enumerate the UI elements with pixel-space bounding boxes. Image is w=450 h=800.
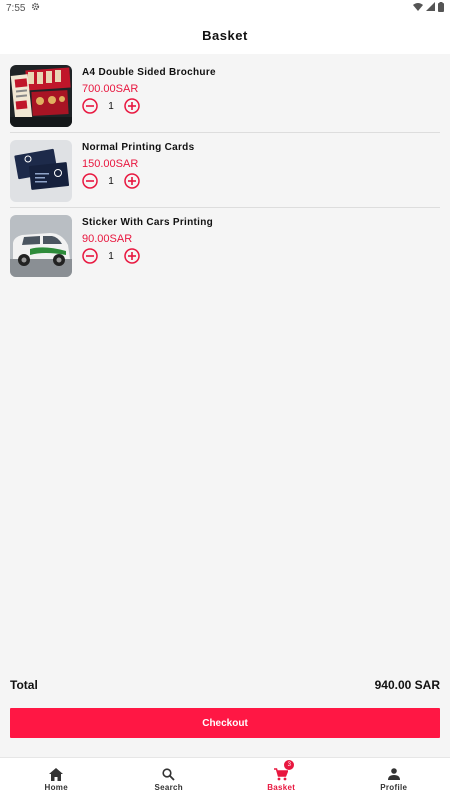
nav-home[interactable]: Home (0, 758, 113, 800)
person-icon (387, 766, 400, 782)
nav-search-label: Search (154, 783, 183, 792)
settings-gear-icon (31, 2, 40, 14)
nav-profile[interactable]: Profile (338, 758, 450, 800)
plus-circle-icon (124, 248, 140, 264)
basket-item: Sticker With Cars Printing 90.00SAR 1 (10, 208, 440, 283)
quantity-value: 1 (108, 100, 114, 112)
search-icon (162, 766, 175, 782)
increase-quantity-button[interactable] (124, 173, 140, 189)
quantity-value: 1 (108, 175, 114, 187)
minus-circle-icon (82, 173, 98, 189)
basket-item: Normal Printing Cards 150.00SAR 1 (10, 133, 440, 208)
product-image-cards (10, 140, 72, 202)
wifi-icon (413, 2, 423, 14)
page-title: Basket (202, 27, 248, 43)
battery-icon (438, 1, 444, 15)
quantity-value: 1 (108, 250, 114, 262)
product-name: A4 Double Sided Brochure (82, 67, 216, 78)
decrease-quantity-button[interactable] (82, 98, 98, 114)
product-image-car-sticker (10, 215, 72, 277)
increase-quantity-button[interactable] (124, 248, 140, 264)
product-name: Sticker With Cars Printing (82, 217, 214, 228)
nav-profile-label: Profile (380, 783, 408, 792)
decrease-quantity-button[interactable] (82, 248, 98, 264)
basket-list: A4 Double Sided Brochure 700.00SAR 1 Nor… (0, 58, 450, 283)
minus-circle-icon (82, 248, 98, 264)
minus-circle-icon (82, 98, 98, 114)
bottom-navigation: Home Search 3 Basket Profile (0, 757, 450, 800)
nav-basket-label: Basket (267, 783, 296, 792)
product-price: 150.00SAR (82, 158, 139, 170)
plus-circle-icon (124, 98, 140, 114)
product-image-brochure (10, 65, 72, 127)
basket-count-badge: 3 (284, 760, 295, 770)
shopping-cart-icon: 3 (274, 760, 295, 782)
product-name: Normal Printing Cards (82, 142, 195, 153)
quantity-stepper: 1 (82, 173, 194, 189)
nav-home-label: Home (44, 783, 68, 792)
total-row: Total 940.00 SAR (10, 678, 440, 692)
quantity-stepper: 1 (82, 248, 213, 264)
decrease-quantity-button[interactable] (82, 173, 98, 189)
cellular-signal-icon (426, 2, 435, 14)
home-icon (49, 766, 64, 782)
plus-circle-icon (124, 173, 140, 189)
basket-item: A4 Double Sided Brochure 700.00SAR 1 (10, 58, 440, 133)
quantity-stepper: 1 (82, 98, 216, 114)
total-label: Total (10, 678, 38, 692)
increase-quantity-button[interactable] (124, 98, 140, 114)
nav-search[interactable]: Search (113, 758, 226, 800)
nav-basket[interactable]: 3 Basket (225, 758, 338, 800)
checkout-button[interactable]: Checkout (10, 708, 440, 738)
total-value: 940.00 SAR (374, 678, 440, 692)
app-header: Basket (0, 16, 450, 54)
status-time: 7:55 (6, 2, 26, 14)
product-price: 700.00SAR (82, 83, 139, 95)
product-price: 90.00SAR (82, 233, 133, 245)
status-bar: 7:55 (0, 0, 450, 16)
